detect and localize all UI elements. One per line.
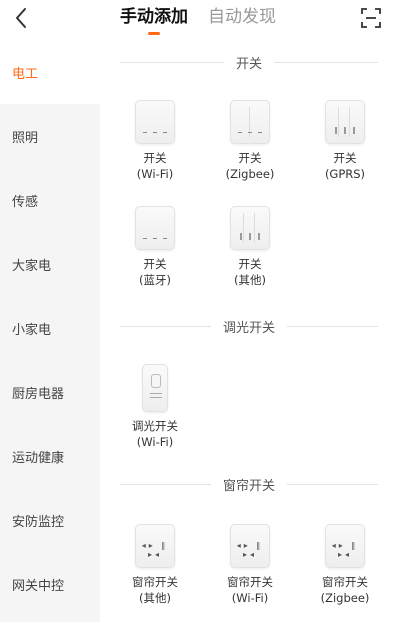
category-sidebar: 电工 照明 传感 大家电 小家电 厨房电器 运动健康 安防监控 网关中控 — [0, 40, 100, 622]
tab-active-indicator — [148, 32, 160, 35]
device-name: 开关 — [333, 151, 357, 165]
device-name: 调光开关 — [132, 419, 178, 433]
device-protocol: (Wi-Fi) — [136, 167, 174, 181]
sidebar-item-label: 电工 — [12, 66, 39, 82]
divider — [120, 61, 224, 63]
device-protocol: (Zigbee) — [320, 591, 370, 605]
sidebar-item-small-appliances[interactable]: 小家电 — [0, 296, 100, 360]
two-gang-switch-icon — [230, 100, 270, 144]
section-header-switch: 开关 — [120, 52, 379, 72]
curtain-switch-icon: ◂▸ ‖ ▸◂ — [325, 524, 365, 568]
device-card[interactable]: ◂▸ ‖ ▸◂ 窗帘开关 (Zigbee) — [300, 524, 390, 606]
divider — [287, 325, 379, 327]
device-card[interactable]: 开关 (GPRS) — [300, 100, 390, 182]
device-protocol: (GPRS) — [324, 167, 366, 181]
device-protocol: (Wi-Fi) — [136, 435, 174, 449]
device-card[interactable]: 开关 (Zigbee) — [205, 100, 295, 182]
device-protocol: (Wi-Fi) — [231, 591, 269, 605]
tab-bar: 手动添加 自动发现 — [120, 6, 276, 35]
device-card[interactable]: ◂▸ ‖ ▸◂ 窗帘开关 (Wi-Fi) — [205, 524, 295, 606]
device-name: 窗帘开关 — [322, 575, 368, 589]
section-header-curtain: 窗帘开关 — [120, 474, 379, 494]
device-name: 窗帘开关 — [132, 575, 178, 589]
sidebar-item-label: 传感 — [12, 194, 39, 210]
sidebar-item-label: 网关中控 — [12, 578, 65, 594]
sidebar-item-label: 照明 — [12, 130, 39, 146]
sidebar-item-lighting[interactable]: 照明 — [0, 104, 100, 168]
tab-manual-add[interactable]: 手动添加 — [120, 6, 188, 35]
back-arrow-icon[interactable] — [10, 6, 34, 30]
device-list: 开关 开关 (Wi-Fi) 开关 (Zigbee) 开关 (GPRS) 开关 (… — [100, 40, 393, 622]
sidebar-item-fitness[interactable]: 运动健康 — [0, 424, 100, 488]
sidebar-item-kitchen[interactable]: 厨房电器 — [0, 360, 100, 424]
section-title: 开关 — [236, 56, 263, 72]
sidebar-item-label: 厨房电器 — [12, 386, 65, 402]
device-add-screen: 手动添加 自动发现 电工 照明 传感 大家电 小家电 厨房电器 运动健康 安防监… — [0, 0, 393, 622]
divider — [120, 483, 211, 485]
divider — [287, 483, 379, 485]
device-card[interactable]: 调光开关 (Wi-Fi) — [110, 364, 200, 450]
sidebar-item-label: 小家电 — [12, 322, 52, 338]
three-gang-switch-icon — [325, 100, 365, 144]
sidebar-item-electrician[interactable]: 电工 — [0, 40, 100, 104]
device-name: 开关 — [143, 151, 167, 165]
sidebar-item-label: 大家电 — [12, 258, 52, 274]
tab-auto-discover[interactable]: 自动发现 — [208, 6, 276, 28]
sidebar-item-label: 运动健康 — [12, 450, 65, 466]
divider — [274, 61, 379, 63]
device-name: 开关 — [238, 151, 262, 165]
header-bar: 手动添加 自动发现 — [0, 0, 393, 40]
device-card[interactable]: 开关 (Wi-Fi) — [110, 100, 200, 182]
curtain-switch-icon: ◂▸ ‖ ▸◂ — [135, 524, 175, 568]
scan-icon[interactable] — [359, 6, 383, 30]
single-switch-icon — [135, 206, 175, 250]
device-card[interactable]: 开关 (蓝牙) — [110, 206, 200, 288]
section-title: 调光开关 — [223, 320, 276, 336]
curtain-switch-icon: ◂▸ ‖ ▸◂ — [230, 524, 270, 568]
section-title: 窗帘开关 — [223, 478, 276, 494]
three-gang-switch-icon — [230, 206, 270, 250]
dimmer-switch-icon — [142, 364, 168, 412]
device-card[interactable]: 开关 (其他) — [205, 206, 295, 288]
device-name: 开关 — [143, 257, 167, 271]
sidebar-item-large-appliances[interactable]: 大家电 — [0, 232, 100, 296]
device-protocol: (其他) — [139, 591, 171, 605]
device-card[interactable]: ◂▸ ‖ ▸◂ 窗帘开关 (其他) — [110, 524, 200, 606]
device-protocol: (蓝牙) — [139, 273, 171, 287]
sidebar-item-label: 安防监控 — [12, 514, 65, 530]
divider — [120, 325, 211, 327]
sidebar-item-sensors[interactable]: 传感 — [0, 168, 100, 232]
single-switch-icon — [135, 100, 175, 144]
device-protocol: (其他) — [234, 273, 266, 287]
section-header-dimmer: 调光开关 — [120, 316, 379, 336]
device-protocol: (Zigbee) — [225, 167, 275, 181]
device-name: 开关 — [238, 257, 262, 271]
device-name: 窗帘开关 — [227, 575, 273, 589]
sidebar-item-security[interactable]: 安防监控 — [0, 488, 100, 552]
tab-label: 自动发现 — [208, 7, 276, 27]
sidebar-item-gateway[interactable]: 网关中控 — [0, 552, 100, 616]
tab-label: 手动添加 — [120, 7, 188, 27]
